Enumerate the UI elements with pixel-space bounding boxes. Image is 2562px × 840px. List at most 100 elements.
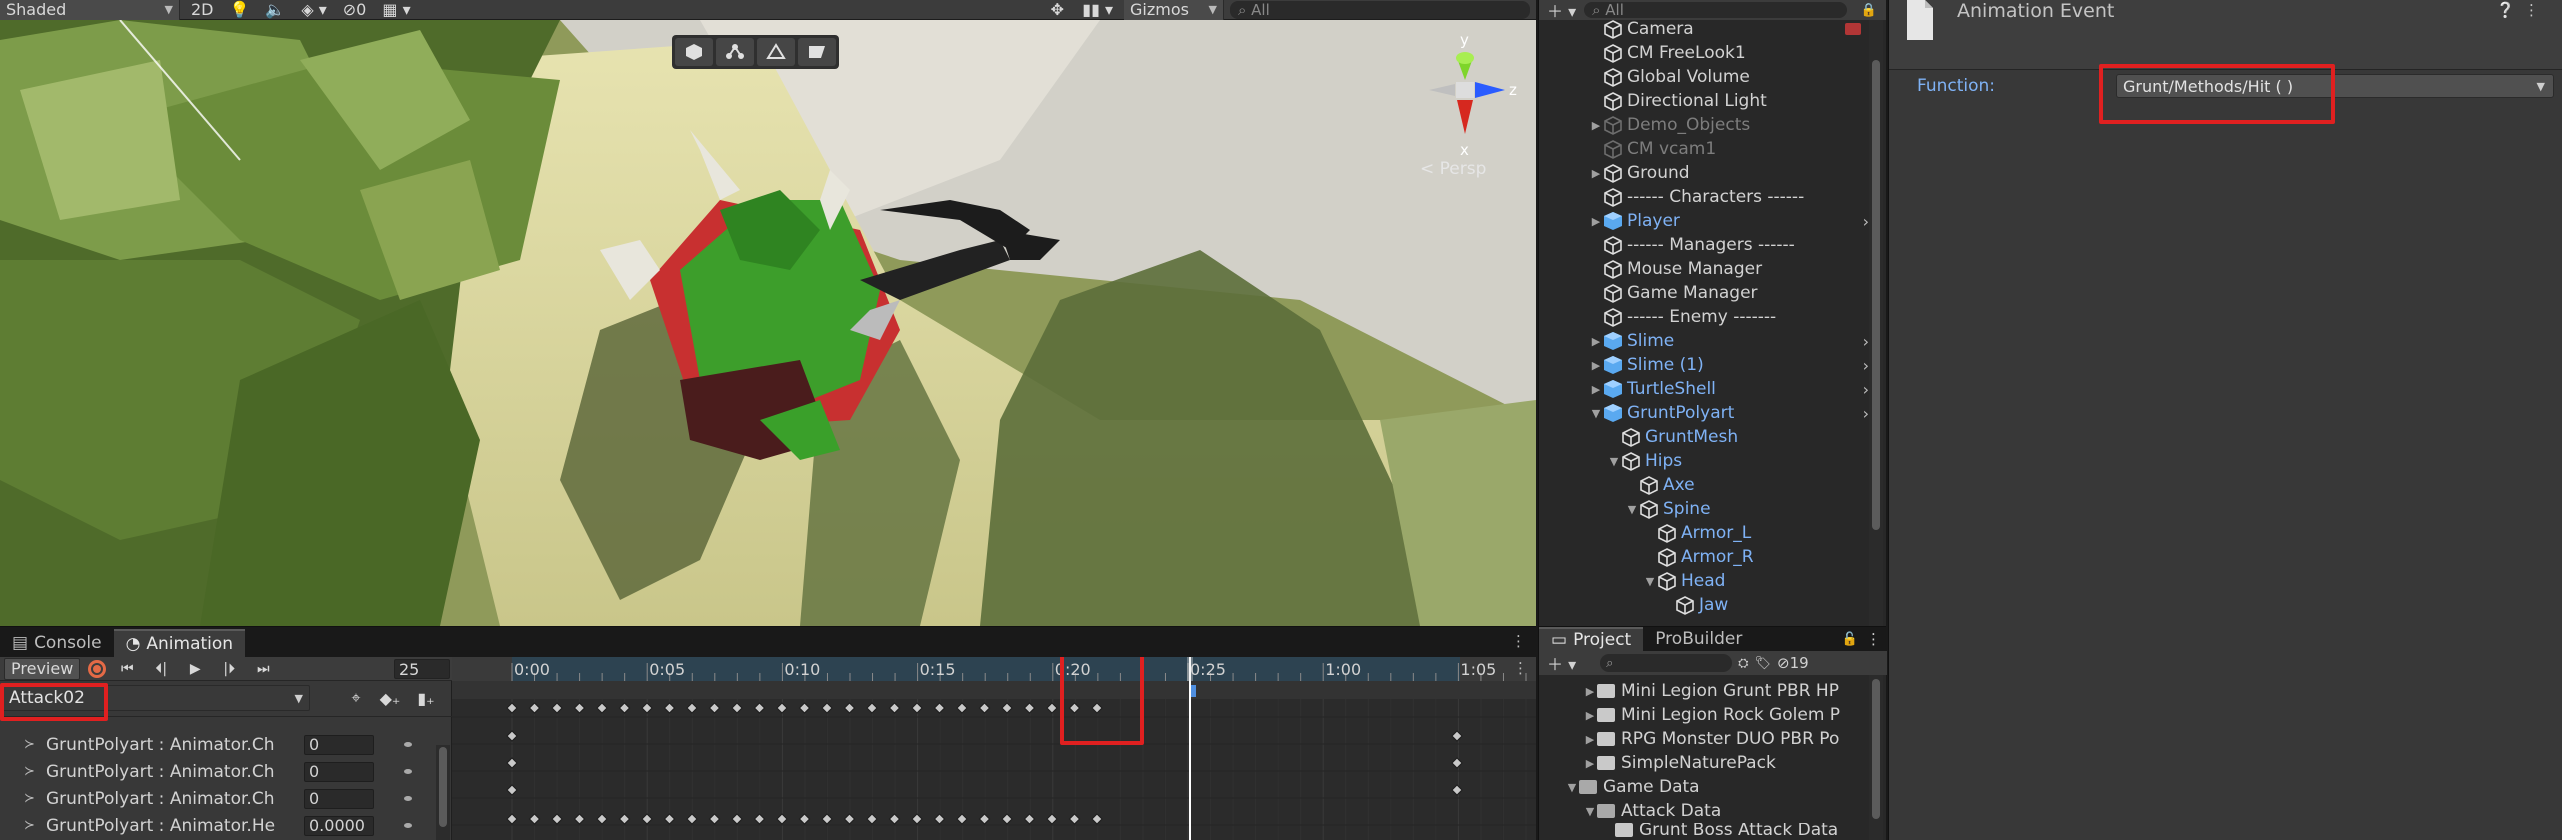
tab-animation[interactable]: ◔ Animation [113, 629, 246, 657]
collapsed-arrow-icon[interactable]: ▶ [1589, 119, 1603, 132]
expanded-arrow-icon[interactable]: ▼ [1589, 407, 1603, 420]
hierarchy-item[interactable]: Jaw [1539, 593, 1869, 617]
hierarchy-item[interactable]: ▶ Demo_Objects [1539, 113, 1869, 137]
hierarchy-item[interactable]: ▼ Head [1539, 569, 1869, 593]
scrollbar-thumb[interactable] [1872, 60, 1880, 530]
gizmos-dropdown[interactable]: Gizmos ▼ [1124, 0, 1224, 20]
project-scrollbar[interactable] [1869, 675, 1883, 840]
hierarchy-item[interactable]: GruntMesh [1539, 425, 1869, 449]
hierarchy-item[interactable]: ▼ Spine [1539, 497, 1869, 521]
hierarchy-scrollbar[interactable] [1869, 20, 1883, 626]
keyframe-dot-icon[interactable] [404, 769, 412, 774]
collapsed-arrow-icon[interactable]: ▶ [1583, 733, 1597, 746]
next-keyframe-icon[interactable]: |⏵ [216, 661, 242, 677]
collapsed-arrow-icon[interactable]: ▶ [1589, 215, 1603, 228]
tools-icon[interactable]: ✥ [1043, 0, 1071, 20]
effects-dropdown-icon[interactable]: ◈ ▾ [296, 0, 331, 20]
animated-property-row[interactable]: ≻ GruntPolyart : Animator.Ch 0 [0, 731, 440, 758]
filter-by-selection-icon[interactable]: ⌖ [342, 685, 370, 711]
lighting-toggle-icon[interactable]: 💡 [225, 0, 255, 20]
frame-input[interactable]: 25 [394, 659, 450, 679]
project-folder-item[interactable]: Grunt Boss Attack Data [1539, 823, 1869, 837]
scrollbar-thumb[interactable] [439, 747, 447, 827]
search-by-label-icon[interactable]: 🏷 [1755, 656, 1772, 671]
expanded-arrow-icon[interactable]: ▼ [1607, 455, 1621, 468]
scrollbar-thumb[interactable] [1872, 679, 1880, 819]
hierarchy-item[interactable]: Mouse Manager [1539, 257, 1869, 281]
property-scrollbar[interactable] [436, 745, 450, 840]
animated-property-row[interactable]: ≻ GruntPolyart : Animator.Ch 0 [0, 758, 440, 785]
probe-tool-icon[interactable] [798, 38, 836, 66]
scene-search-input[interactable]: ⌕ All [1230, 0, 1530, 19]
camera-dropdown-icon[interactable]: ▮▮ ▾ [1077, 0, 1118, 20]
collapsed-arrow-icon[interactable]: ▶ [1583, 757, 1597, 770]
search-by-type-icon[interactable]: ⛭ [1738, 656, 1748, 671]
hierarchy-item[interactable]: Game Manager [1539, 281, 1869, 305]
clip-dropdown[interactable]: Attack02 ▼ [2, 685, 310, 711]
hierarchy-item[interactable]: Axe [1539, 473, 1869, 497]
more-options-icon[interactable]: ⋮ [1866, 627, 1881, 651]
expanded-arrow-icon[interactable]: ▼ [1643, 575, 1657, 588]
keyframe-dot-icon[interactable] [404, 796, 412, 801]
tab-probuilder[interactable]: ProBuilder [1643, 627, 1754, 651]
project-folder-item[interactable]: ▶ Mini Legion Rock Golem P [1539, 703, 1869, 727]
box-collider-tool-icon[interactable] [675, 38, 713, 66]
hierarchy-item[interactable]: Global Volume [1539, 65, 1869, 89]
collapsed-arrow-icon[interactable]: ▶ [1589, 167, 1603, 180]
play-icon[interactable]: ▶ [182, 661, 208, 677]
hidden-packages-toggle[interactable]: ⊘19 [1777, 654, 1809, 672]
expanded-arrow-icon[interactable]: ▼ [1625, 503, 1639, 516]
hierarchy-item[interactable]: ▶ Player › [1539, 209, 1869, 233]
create-asset-button[interactable]: ＋ ▾ [1547, 651, 1576, 675]
tab-project[interactable]: ▭ Project [1539, 627, 1644, 651]
2d-toggle-button[interactable]: 2D [186, 0, 219, 20]
projection-toggle-label[interactable]: < Persp [1420, 159, 1486, 179]
previous-keyframe-icon[interactable]: ⏴| [148, 661, 174, 677]
project-folder-item[interactable]: ▶ RPG Monster DUO PBR Po [1539, 727, 1869, 751]
keyframe-dot-icon[interactable] [404, 742, 412, 747]
project-folder-item[interactable]: ▼ Attack Data [1539, 799, 1869, 823]
dopesheet-canvas[interactable] [452, 657, 1536, 840]
keyframe-dot-icon[interactable] [404, 823, 412, 828]
hierarchy-item[interactable]: ▶ TurtleShell › [1539, 377, 1869, 401]
project-search-input[interactable]: ⌕ [1600, 654, 1733, 672]
hierarchy-item[interactable]: ▶ Ground [1539, 161, 1869, 185]
hierarchy-item[interactable]: Armor_R [1539, 545, 1869, 569]
hierarchy-item[interactable]: ------ Enemy ------- [1539, 305, 1869, 329]
animated-property-row[interactable]: ≻ GruntPolyart : Animator.Ch 0 [0, 785, 440, 812]
hierarchy-item[interactable]: ------ Managers ------ [1539, 233, 1869, 257]
lock-icon[interactable]: 🔒 [1861, 3, 1877, 18]
hierarchy-item[interactable]: ▼ Hips [1539, 449, 1869, 473]
edit-shape-tool-icon[interactable] [757, 38, 795, 66]
property-value-input[interactable]: 0 [304, 761, 374, 782]
shading-mode-dropdown[interactable]: Shaded ▼ [0, 0, 180, 20]
scene-viewport[interactable] [0, 0, 1536, 626]
record-icon[interactable] [88, 659, 107, 678]
scene-view[interactable]: Shaded ▼ 2D 💡 🔈 ◈ ▾ ⊘ 0 ▦ ▾ ✥ ▮▮ ▾ Gizmo… [0, 0, 1536, 626]
expanded-arrow-icon[interactable]: ▼ [1583, 805, 1597, 818]
hierarchy-item[interactable]: Directional Light [1539, 89, 1869, 113]
animated-property-row[interactable]: ≻ GruntPolyart : Animator.He 0.0000 [0, 812, 440, 839]
orientation-gizmo[interactable]: y z x [1405, 30, 1525, 180]
first-keyframe-icon[interactable]: ⏮ [114, 661, 140, 677]
hierarchy-item[interactable]: ▼ GruntPolyart › [1539, 401, 1869, 425]
hierarchy-item[interactable]: Camera [1539, 17, 1869, 41]
add-keyframe-icon[interactable]: ◆₊ [376, 685, 404, 711]
hidden-objects-toggle[interactable]: ⊘ 0 [338, 0, 372, 20]
add-event-icon[interactable]: ▮₊ [412, 685, 440, 711]
last-keyframe-icon[interactable]: ⏭ [250, 661, 276, 677]
hierarchy-item[interactable]: ▶ Slime (1) › [1539, 353, 1869, 377]
tab-console[interactable]: ▤ Console [0, 629, 114, 657]
project-folder-item[interactable]: ▶ Mini Legion Grunt PBR HP [1539, 679, 1869, 703]
collapsed-arrow-icon[interactable]: ▶ [1589, 335, 1603, 348]
function-dropdown[interactable]: Grunt/Methods/Hit ( ) ▼ [2116, 74, 2554, 98]
hierarchy-item[interactable]: CM vcam1 [1539, 137, 1869, 161]
more-options-icon[interactable]: ⋮ [1513, 659, 1528, 677]
expanded-arrow-icon[interactable]: ▼ [1565, 781, 1579, 794]
collapsed-arrow-icon[interactable]: ▶ [1583, 685, 1597, 698]
lock-icon[interactable]: 🔓 [1842, 627, 1858, 651]
more-options-icon[interactable]: ⋮ [2524, 1, 2539, 19]
audio-toggle-icon[interactable]: 🔈 [260, 0, 290, 20]
property-value-input[interactable]: 0 [304, 734, 374, 755]
project-folder-item[interactable]: ▶ SimpleNaturePack [1539, 751, 1869, 775]
